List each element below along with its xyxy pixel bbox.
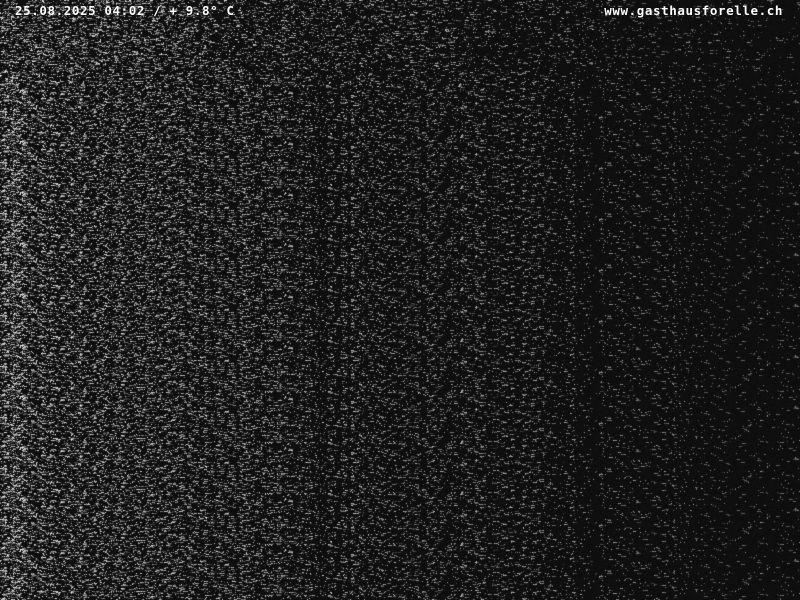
webcam-image: 25.08.2025 04:02 / + 9.8° C www.gasthaus…: [0, 0, 800, 600]
timestamp-temperature-overlay: 25.08.2025 04:02 / + 9.8° C: [15, 3, 234, 19]
night-sensor-noise: [0, 0, 800, 600]
overlay-separator: /: [153, 3, 162, 18]
temperature: + 9.8° C: [169, 3, 235, 18]
timestamp: 25.08.2025 04:02: [15, 3, 146, 18]
site-url-overlay: www.gasthausforelle.ch: [604, 3, 783, 18]
